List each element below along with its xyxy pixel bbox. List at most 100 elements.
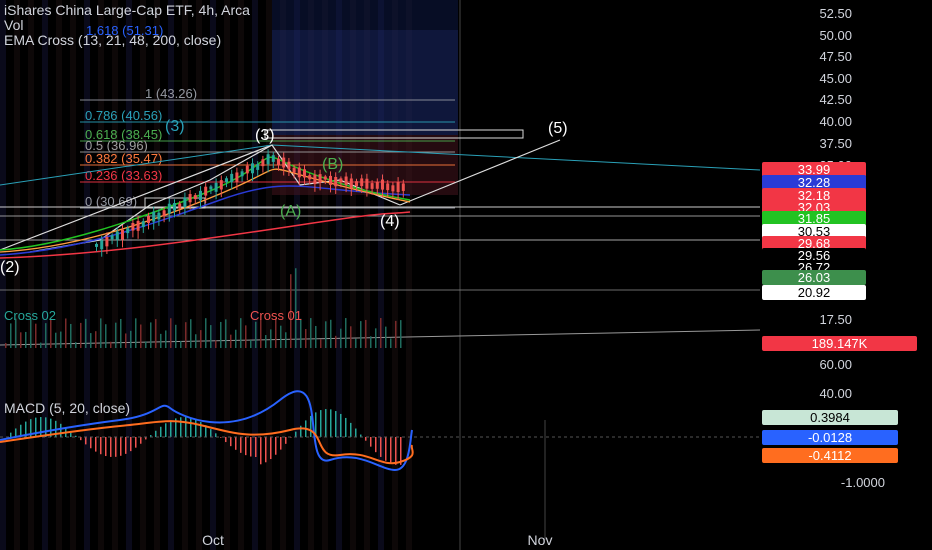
volume-bar <box>360 321 362 348</box>
volume-bar <box>350 326 352 348</box>
volume-bar <box>245 325 247 348</box>
volume-bar <box>280 325 282 348</box>
volume-bar <box>365 319 367 348</box>
candle-body <box>209 186 213 190</box>
volume-bar <box>240 318 242 348</box>
macd-histogram-bar <box>280 437 282 450</box>
macd-histogram-bar <box>220 437 222 438</box>
session-stripe <box>196 0 202 550</box>
candle-body <box>308 175 312 180</box>
volume-bar <box>140 324 142 348</box>
macd-histogram-bar <box>375 437 377 453</box>
candle-body <box>214 182 218 192</box>
volume-bar <box>335 335 337 348</box>
macd-histogram-bar <box>265 437 267 463</box>
volume-legend[interactable]: Vol <box>4 17 23 33</box>
volume-bar <box>310 318 312 348</box>
macd-histogram-bar <box>225 437 227 443</box>
candle-body <box>193 195 197 200</box>
chart-title[interactable]: iShares China Large-Cap ETF, 4h, Arca <box>4 2 250 18</box>
candle-body <box>162 210 166 217</box>
price-axis-label: 42.50 <box>819 92 852 107</box>
macd-histogram-bar <box>330 409 332 437</box>
volume-bar <box>320 339 322 348</box>
macd-histogram-bar <box>90 437 92 449</box>
candle-body <box>266 154 270 165</box>
volume-bar <box>330 319 332 348</box>
candle-body <box>391 185 395 192</box>
candle-body <box>230 173 234 183</box>
candle-body <box>365 178 369 189</box>
candle-body <box>282 157 286 168</box>
candle-body <box>292 167 296 173</box>
volume-bar <box>250 340 252 348</box>
price-axis-label: 50.00 <box>819 28 852 43</box>
macd-histogram-bar <box>235 437 237 450</box>
macd-histogram-bar <box>170 420 172 437</box>
volume-bar <box>80 322 82 348</box>
price-tag: 26.03 <box>762 270 866 285</box>
volume-bar <box>385 326 387 348</box>
volume-bar <box>270 329 272 348</box>
macd-histogram-bar <box>105 437 107 457</box>
macd-legend[interactable]: MACD (5, 20, close) <box>4 400 130 416</box>
volume-bar <box>325 321 327 348</box>
session-stripe <box>98 0 104 550</box>
volume-bar <box>205 318 207 348</box>
candle-body <box>136 220 140 231</box>
volume-bar <box>215 340 217 348</box>
macd-histogram-bar <box>155 430 157 437</box>
macd-histogram-bar <box>140 437 142 444</box>
volume-bar <box>65 318 67 348</box>
candle-body <box>277 158 280 165</box>
cross-label: Cross 01 <box>250 308 302 323</box>
candle-body <box>370 183 374 189</box>
volume-bar <box>135 318 137 348</box>
macd-histogram-bar <box>355 428 357 437</box>
volume-bar <box>190 319 192 348</box>
volume-bar <box>160 333 162 348</box>
wave-label: (4) <box>380 213 400 230</box>
macd-histogram-bar <box>380 437 382 457</box>
volume-bar <box>185 322 187 348</box>
candle-body <box>199 190 202 201</box>
session-stripe <box>224 0 230 550</box>
macd-tag: -0.0128 <box>762 430 898 445</box>
volume-axis-label: 60.00 <box>819 357 852 372</box>
macd-histogram-bar <box>325 409 327 437</box>
macd-histogram-bar <box>345 417 347 437</box>
volume-bar <box>315 325 317 348</box>
volume-bar <box>400 320 402 348</box>
macd-histogram-bar <box>210 429 212 437</box>
fib-level-label: 0.236 (33.63) <box>85 168 162 183</box>
volume-bar <box>150 322 152 348</box>
volume-bar <box>200 330 202 348</box>
volume-bar <box>300 318 302 348</box>
session-stripe <box>182 0 188 550</box>
macd-histogram-bar <box>215 433 217 437</box>
candle-body <box>396 182 400 193</box>
session-stripe <box>266 0 272 550</box>
macd-tag: -0.4112 <box>762 448 898 463</box>
macd-histogram-bar <box>180 417 182 437</box>
candle-body <box>126 228 130 234</box>
session-stripe <box>42 0 48 550</box>
ema-legend[interactable]: EMA Cross (13, 21, 48, 200, close) <box>4 32 221 48</box>
volume-bar <box>145 341 147 348</box>
volume-bar <box>340 328 342 348</box>
volume-bar <box>395 320 397 348</box>
candle-body <box>105 236 109 247</box>
volume-bar <box>125 333 127 348</box>
macd-histogram-bar <box>320 410 322 437</box>
volume-bar <box>120 318 122 348</box>
wave-label: (B) <box>322 156 343 173</box>
candle-body <box>381 179 384 190</box>
macd-histogram-bar <box>365 437 367 441</box>
session-stripe <box>140 0 146 550</box>
macd-histogram-bar <box>370 437 372 447</box>
macd-histogram-bar <box>130 437 132 452</box>
macd-histogram-bar <box>115 437 117 457</box>
candle-body <box>323 176 327 180</box>
candle-body <box>173 203 176 211</box>
macd-histogram-bar <box>135 437 137 448</box>
